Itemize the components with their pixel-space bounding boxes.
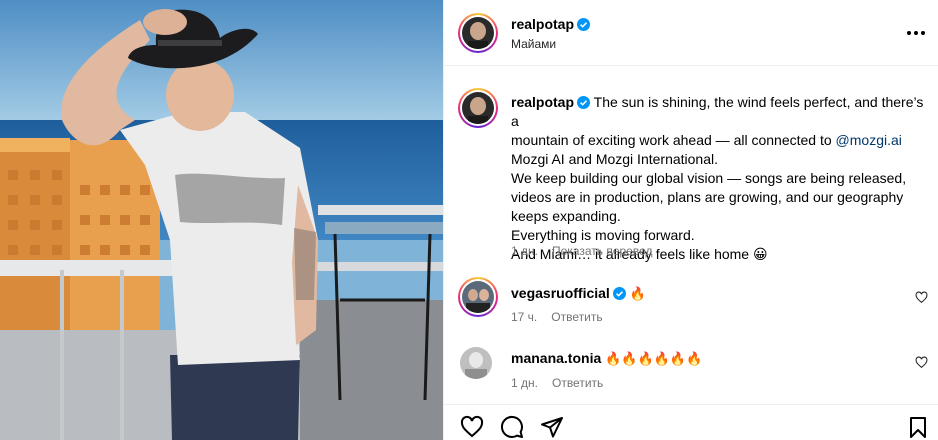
avatar-image [462,92,494,124]
caption-meta: 1 дн. Показать перевод [511,244,653,258]
comment-meta: 17 ч. Ответить [511,310,603,324]
author-username[interactable]: realpotap [511,16,591,32]
verified-badge-icon [577,18,591,31]
caption-username[interactable]: realpotap [511,94,574,110]
grin-emoji: 😀 [753,246,768,262]
post-photo[interactable] [0,0,443,440]
share-icon[interactable] [540,415,564,439]
post-panel: realpotap Майами realpotap The sun is sh… [443,0,938,440]
reply-button[interactable]: Ответить [551,310,602,324]
post-time[interactable]: 1 дн. [511,244,538,258]
caption-line-1: realpotap The sun is shining, the wind f… [511,93,931,131]
post-image [0,0,443,440]
author-avatar[interactable] [458,13,498,53]
verified-badge-icon [612,287,626,300]
comment-text: 🔥🔥🔥🔥🔥🔥 [605,351,703,366]
comment-time[interactable]: 1 дн. [511,376,538,390]
comment-icon[interactable] [500,415,524,439]
comment-username-text[interactable]: vegasruofficial [511,285,610,301]
more-options-icon[interactable] [907,24,925,42]
verified-badge-icon [577,96,591,109]
post-caption: realpotap The sun is shining, the wind f… [511,93,931,264]
author-username-text[interactable]: realpotap [511,16,574,32]
mention-link[interactable]: @mozgi.ai [836,132,902,148]
avatar-image [462,281,494,313]
avatar-image [460,347,492,379]
comment-avatar[interactable] [458,277,498,317]
post-location[interactable]: Майами [511,37,556,51]
comment-username[interactable]: vegasruofficial 🔥 [511,285,646,302]
comment-time[interactable]: 17 ч. [511,310,537,324]
caption-author-avatar[interactable] [458,88,498,128]
comment-like-heart-icon[interactable] [915,291,928,304]
caption-line-5: videos are in production, plans are grow… [511,189,904,205]
bookmark-icon[interactable] [906,415,930,439]
caption-line-6: keeps expanding. [511,208,621,224]
heart-icon[interactable] [460,415,484,439]
comment-meta: 1 дн. Ответить [511,376,603,390]
action-bar [444,404,938,440]
caption-line-2: mountain of exciting work ahead — all co… [511,131,931,150]
comment-avatar[interactable] [460,347,492,379]
reply-button[interactable]: Ответить [552,376,603,390]
caption-line-7: Everything is moving forward. [511,227,695,243]
post-header: realpotap Майами [444,0,938,66]
comment-text: 🔥 [629,286,646,301]
translate-link[interactable]: Показать перевод [552,244,653,258]
comment-like-heart-icon[interactable] [915,356,928,369]
avatar-image [462,17,494,49]
caption-line-3: Mozgi AI and Mozgi International. [511,151,719,167]
caption-text: mountain of exciting work ahead — all co… [511,132,836,148]
comment-username[interactable]: manana.tonia 🔥🔥🔥🔥🔥🔥 [511,350,702,367]
comment-username-text[interactable]: manana.tonia [511,350,601,366]
caption-line-4: We keep building our global vision — son… [511,170,907,186]
